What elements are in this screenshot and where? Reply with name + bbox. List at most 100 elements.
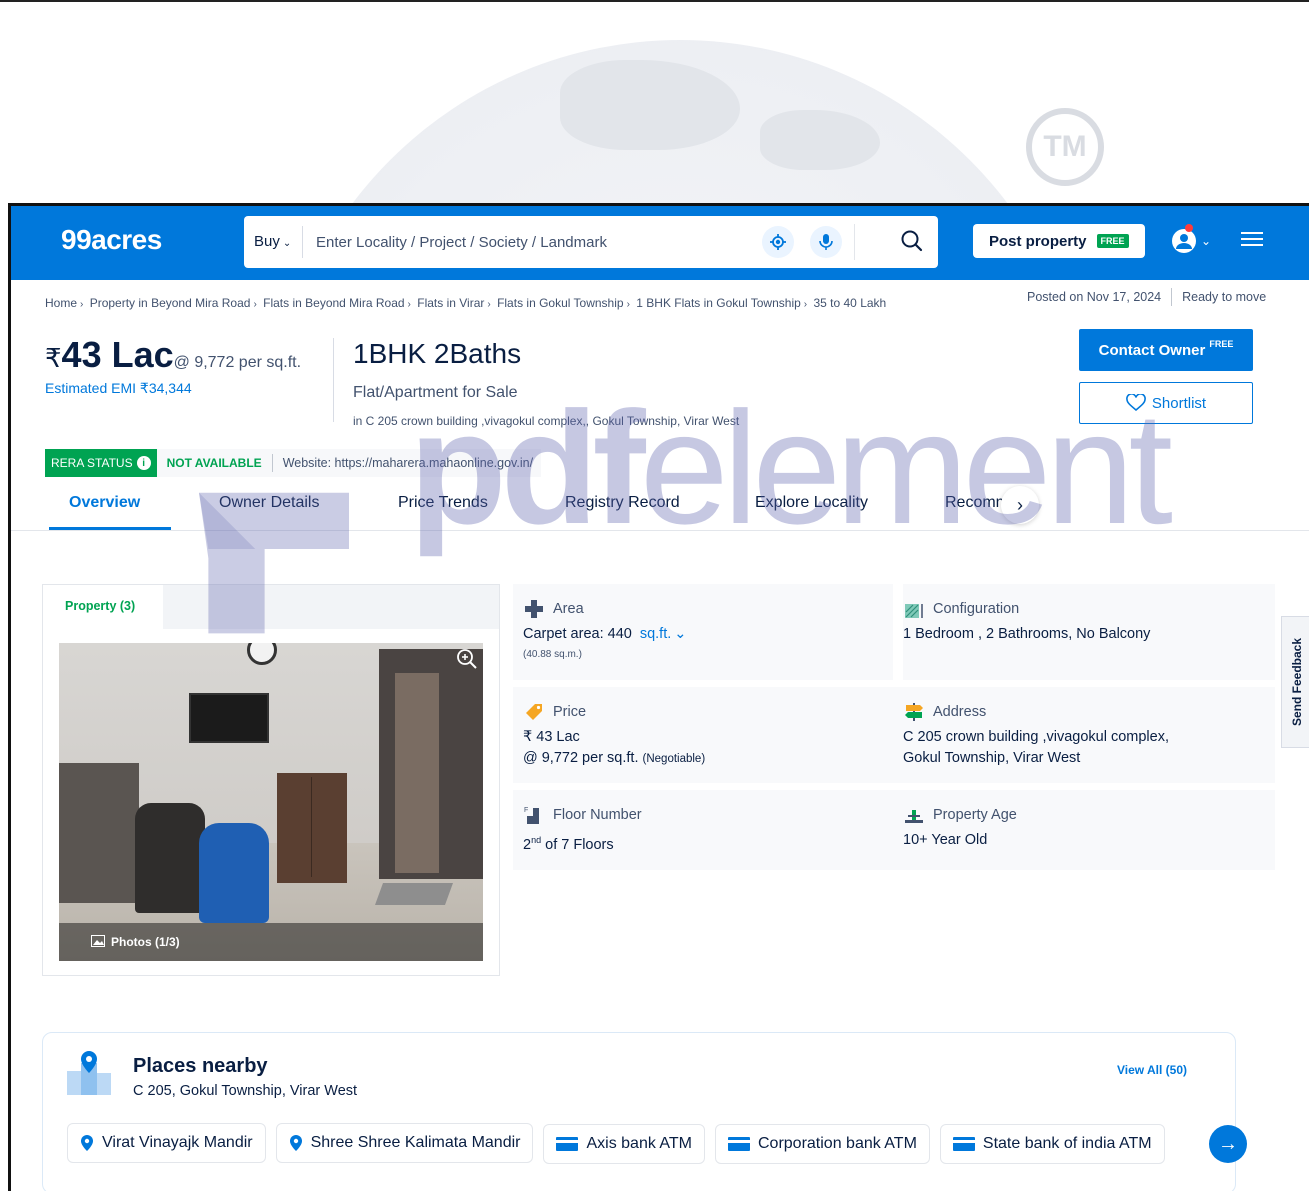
place-chip-label: State bank of india ATM [982,1135,1152,1152]
post-property-label: Post property [989,232,1087,250]
user-menu-button[interactable]: ⌄ [1171,224,1215,258]
search-icon[interactable] [899,228,927,256]
breadcrumb-item[interactable]: Flats in Gokul Township [497,296,624,310]
chevron-down-icon[interactable]: ⌄ [674,626,686,642]
detail-area: Area Carpet area: 440 sq.ft. ⌄ (40.88 sq.m… [513,584,893,680]
posting-info: Posted on Nov 17, 2024 Ready to move [1027,288,1266,306]
price-label: Price [553,704,587,720]
rera-status-value: NOT AVAILABLE [166,456,262,470]
detail-address: Address C 205 crown building ,vivagokul … [903,687,1275,783]
arrow-right-icon[interactable]: → [1209,1125,1247,1163]
breadcrumb-item[interactable]: 35 to 40 Lakh [813,296,886,310]
divider [1171,288,1173,306]
listing-address: in C 205 crown building ,vivagokul compl… [353,414,740,428]
place-chip[interactable]: Axis bank ATM [543,1124,705,1164]
signpost-icon [905,703,923,721]
price-amount: 43 Lac [61,334,174,375]
property-photo[interactable]: Photos (1/3) [59,643,483,961]
zoom-in-icon[interactable] [455,647,479,671]
floor-label: Floor Number [553,807,642,823]
chevron-down-icon: ⌄ [1201,234,1212,248]
place-chip[interactable]: Shree Shree Kalimata Mandir [275,1123,534,1163]
breadcrumb-item[interactable]: Flats in Virar [417,296,484,310]
svg-text:F: F [524,807,528,814]
locate-me-icon[interactable] [762,226,794,258]
tab-registry-record[interactable]: Registry Record [565,494,680,512]
chevron-right-icon[interactable]: › [1001,486,1039,524]
send-feedback-tab[interactable]: Send Feedback [1281,616,1309,748]
address-line-2: Gokul Township, Virar West [903,750,1081,766]
configuration-label: Configuration [933,601,1020,617]
place-chip-label: Corporation bank ATM [758,1135,917,1152]
floor-icon: F [524,807,539,824]
floor-number: 2 [523,836,532,853]
property-details-grid: Area Carpet area: 440 sq.ft. ⌄ (40.88 sq.m… [513,584,1275,870]
info-icon[interactable]: i [136,456,151,470]
breadcrumb-item[interactable]: 1 BHK Flats in Gokul Township [636,296,801,310]
search-divider [854,224,855,260]
tab-explore-locality[interactable]: Explore Locality [755,494,868,512]
price-per-sqft-value: @ 9,772 per sq.ft. [523,750,639,766]
search-bar: Buy ⌄ [244,216,938,268]
price-block: ₹43 Lac@ 9,772 per sq.ft. Estimated EMI … [45,334,301,397]
emi-link[interactable]: Estimated EMI ₹34,344 [45,380,301,397]
contact-owner-label: Contact Owner [1098,341,1206,359]
photos-count-bar[interactable]: Photos (1/3) [59,923,483,961]
search-input[interactable] [316,228,746,256]
detail-floor: F Floor Number 2nd of 7 Floors [513,790,893,870]
price-value: ₹ 43 Lac [523,729,580,745]
building-age-icon [905,810,923,823]
buy-dropdown[interactable]: Buy ⌄ [254,233,291,250]
breadcrumb-item[interactable]: Flats in Beyond Mira Road [263,296,404,310]
rera-status-label: RERA STATUS [51,456,133,470]
tab-price-trends[interactable]: Price Trends [398,494,488,512]
place-chip[interactable]: Virat Vinayajk Mandir [67,1123,266,1163]
tab-property-photos[interactable]: Property (3) [43,585,163,629]
price-main: ₹43 Lac@ 9,772 per sq.ft. [45,334,301,376]
atm-card-icon [556,1137,579,1151]
atm-card-icon [728,1137,750,1151]
tab-overview[interactable]: Overview [69,494,140,512]
gallery-tabs: Property (3) [43,585,499,629]
post-property-button[interactable]: Post property FREE [973,224,1145,258]
place-chip[interactable]: State bank of india ATM [939,1124,1165,1164]
place-chip[interactable]: Corporation bank ATM [715,1124,930,1164]
view-all-link[interactable]: View All (50) [1117,1063,1187,1077]
divider [333,338,334,422]
chevron-down-icon: ⌄ [282,238,292,249]
photo-gallery: Property (3) Photos (1/3) [42,584,500,976]
contact-owner-button[interactable]: Contact Owner FREE [1079,329,1253,371]
browser-frame: 99acres Buy⌄ Post property FREE ⌄ [8,203,1309,1191]
floor-total: of 7 Floors [545,836,614,853]
detail-configuration: Configuration 1 Bedroom , 2 Bathrooms, N… [903,584,1275,680]
hamburger-menu-icon[interactable] [1241,232,1263,248]
free-tag: FREE [1209,339,1234,349]
shortlist-label: Shortlist [1151,394,1207,412]
address-line-1: C 205 crown building ,vivagokul complex, [903,729,1169,745]
location-pin-icon [81,1135,93,1151]
negotiable-note: (Negotiable) [642,753,706,765]
price-tag-icon [526,704,542,720]
breadcrumb-item[interactable]: Home [45,296,77,310]
area-unit-dropdown[interactable]: sq.ft. [640,626,671,642]
site-logo[interactable]: 99acres [61,224,162,256]
place-chip-label: Axis bank ATM [586,1135,692,1152]
section-tabs: Overview Owner Details Price Trends Regi… [45,486,1275,532]
tab-owner-details[interactable]: Owner Details [219,494,319,512]
breadcrumb: Home › Property in Beyond Mira Road › Flat… [45,296,887,310]
search-divider [302,226,303,258]
configuration-icon [905,604,923,618]
breadcrumb-item[interactable]: Property in Beyond Mira Road [90,296,251,310]
microphone-icon[interactable] [810,226,842,258]
shortlist-button[interactable]: Shortlist [1079,382,1253,424]
places-nearby-title: Places nearby [133,1055,268,1077]
places-chips: Virat Vinayajk Mandir Shree Shree Kalima… [67,1123,1207,1167]
buy-label: Buy [254,233,280,250]
place-chip-label: Virat Vinayajk Mandir [102,1134,253,1151]
rera-website[interactable]: Website: https://maharera.mahaonline.gov… [273,456,541,470]
detail-price: Price ₹ 43 Lac @ 9,772 per sq.ft. (Negoti… [513,687,893,783]
area-label: Area [553,601,584,617]
notification-dot [1185,224,1193,232]
floor-suffix: nd [531,835,542,845]
rera-status-tag: RERA STATUS i [45,449,157,477]
